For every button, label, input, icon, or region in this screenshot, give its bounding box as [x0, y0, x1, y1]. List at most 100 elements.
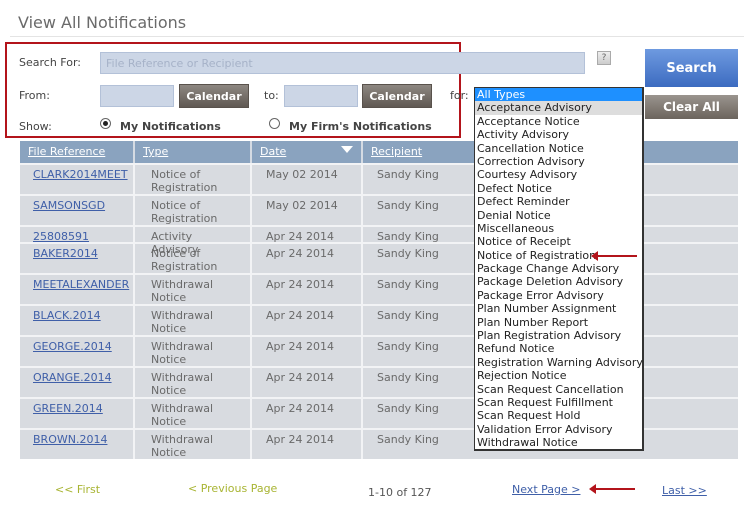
- cell-date-text: Apr 24 2014: [266, 433, 335, 446]
- cell-type-text: Withdrawal Notice: [151, 433, 214, 459]
- dropdown-option[interactable]: Denial Notice: [475, 209, 642, 222]
- file-reference-link[interactable]: 25808591: [33, 230, 89, 243]
- radio-my-notifications[interactable]: [100, 118, 111, 129]
- dropdown-option[interactable]: Validation Error Advisory: [475, 423, 642, 436]
- cell-date: Apr 24 2014: [252, 368, 363, 397]
- dropdown-option[interactable]: Acceptance Advisory: [475, 101, 642, 115]
- cell-date-text: Apr 24 2014: [266, 230, 335, 243]
- dropdown-option[interactable]: Notice of Receipt: [475, 235, 642, 248]
- cell-file-reference: SAMSONSGD: [20, 196, 135, 225]
- file-reference-link[interactable]: GEORGE.2014: [33, 340, 112, 353]
- dropdown-option[interactable]: Correction Advisory: [475, 155, 642, 168]
- dropdown-option[interactable]: Plan Number Assignment: [475, 302, 642, 315]
- cell-date-text: Apr 24 2014: [266, 371, 335, 384]
- cell-file-reference: BLACK.2014: [20, 306, 135, 335]
- cell-type: Withdrawal Notice: [135, 337, 252, 366]
- dropdown-option[interactable]: Plan Number Report: [475, 316, 642, 329]
- file-reference-link[interactable]: BAKER2014: [33, 247, 98, 260]
- cell-file-reference: BAKER2014: [20, 244, 135, 273]
- cell-type: Withdrawal Notice: [135, 399, 252, 428]
- to-label: to:: [264, 89, 279, 102]
- dropdown-option[interactable]: Courtesy Advisory: [475, 168, 642, 181]
- dropdown-option[interactable]: Withdrawal Notice: [475, 436, 642, 449]
- cell-recipient-text: Sandy King: [377, 433, 439, 446]
- from-date-input[interactable]: [100, 85, 174, 107]
- dropdown-option[interactable]: Refund Notice: [475, 342, 642, 355]
- help-icon[interactable]: ?: [597, 51, 611, 65]
- file-reference-link[interactable]: SAMSONSGD: [33, 199, 105, 212]
- cell-recipient-text: Sandy King: [377, 168, 439, 181]
- dropdown-option[interactable]: Acceptance Notice: [475, 115, 642, 128]
- dropdown-option[interactable]: Plan Registration Advisory: [475, 329, 642, 342]
- file-reference-link[interactable]: CLARK2014MEET: [33, 168, 128, 181]
- column-date[interactable]: Date: [252, 141, 363, 163]
- clear-all-button[interactable]: Clear All: [645, 95, 738, 119]
- column-type[interactable]: Type: [135, 141, 252, 163]
- show-label: Show:: [19, 120, 52, 133]
- cell-date: May 02 2014: [252, 196, 363, 225]
- first-page-link[interactable]: << First: [55, 483, 100, 496]
- file-reference-link[interactable]: BROWN.2014: [33, 433, 107, 446]
- file-reference-link[interactable]: GREEN.2014: [33, 402, 103, 415]
- from-calendar-button[interactable]: Calendar: [179, 84, 249, 108]
- to-date-input[interactable]: [284, 85, 358, 107]
- cell-date: Apr 24 2014: [252, 275, 363, 304]
- dropdown-option[interactable]: Defect Notice: [475, 182, 642, 195]
- radio-firm-notifications-label[interactable]: My Firm's Notifications: [289, 120, 432, 133]
- divider: [10, 36, 744, 37]
- dropdown-option[interactable]: Rejection Notice: [475, 369, 642, 382]
- file-reference-link[interactable]: MEETALEXANDER: [33, 278, 129, 291]
- cell-type: Withdrawal Notice: [135, 306, 252, 335]
- cell-date: Apr 24 2014: [252, 227, 363, 243]
- cell-date-text: Apr 24 2014: [266, 278, 335, 291]
- cell-type-text: Withdrawal Notice: [151, 309, 214, 335]
- file-reference-link[interactable]: ORANGE.2014: [33, 371, 112, 384]
- cell-date: May 02 2014: [252, 165, 363, 194]
- cell-date-text: May 02 2014: [266, 168, 338, 181]
- radio-my-notifications-label[interactable]: My Notifications: [120, 120, 221, 133]
- dropdown-option[interactable]: Activity Advisory: [475, 128, 642, 141]
- cell-recipient-text: Sandy King: [377, 371, 439, 384]
- search-button[interactable]: Search: [645, 49, 738, 87]
- cell-type-text: Notice of Registration: [151, 247, 218, 273]
- dropdown-option[interactable]: Package Error Advisory: [475, 289, 642, 302]
- cell-recipient-text: Sandy King: [377, 199, 439, 212]
- dropdown-option[interactable]: All Types: [475, 88, 642, 102]
- cell-type: Notice of Registration: [135, 244, 252, 273]
- cell-type-text: Notice of Registration: [151, 168, 218, 194]
- dropdown-option[interactable]: Package Change Advisory: [475, 262, 642, 275]
- cell-type-text: Withdrawal Notice: [151, 371, 214, 397]
- cell-file-reference: MEETALEXANDER: [20, 275, 135, 304]
- cell-recipient-text: Sandy King: [377, 230, 439, 243]
- cell-type-text: Withdrawal Notice: [151, 402, 214, 428]
- search-for-label: Search For:: [19, 56, 81, 69]
- cell-type-text: Notice of Registration: [151, 199, 218, 225]
- dropdown-option[interactable]: Scan Request Hold: [475, 409, 642, 422]
- radio-firm-notifications[interactable]: [269, 118, 280, 129]
- cell-file-reference: GREEN.2014: [20, 399, 135, 428]
- cell-type-text: Withdrawal Notice: [151, 340, 214, 366]
- cell-type: Withdrawal Notice: [135, 430, 252, 459]
- last-page-link[interactable]: Last >>: [662, 484, 707, 497]
- cell-file-reference: BROWN.2014: [20, 430, 135, 459]
- column-file-reference[interactable]: File Reference: [20, 141, 135, 163]
- dropdown-option[interactable]: Cancellation Notice: [475, 142, 642, 155]
- previous-page-link[interactable]: < Previous Page: [188, 482, 277, 495]
- dropdown-option[interactable]: Miscellaneous: [475, 222, 642, 235]
- search-input[interactable]: File Reference or Recipient: [100, 52, 585, 74]
- dropdown-option[interactable]: Package Deletion Advisory: [475, 275, 642, 288]
- column-date-label: Date: [260, 145, 287, 158]
- cell-date-text: Apr 24 2014: [266, 309, 335, 322]
- dropdown-option[interactable]: Scan Request Cancellation: [475, 383, 642, 396]
- type-dropdown-list[interactable]: All Types Acceptance Advisory Acceptance N…: [474, 87, 644, 451]
- cell-type: Notice of Registration: [135, 165, 252, 194]
- cell-file-reference: GEORGE.2014: [20, 337, 135, 366]
- dropdown-option[interactable]: Registration Warning Advisory: [475, 356, 643, 369]
- dropdown-option[interactable]: Scan Request Fulfillment: [475, 396, 642, 409]
- to-calendar-button[interactable]: Calendar: [362, 84, 432, 108]
- dropdown-option[interactable]: Defect Reminder: [475, 195, 642, 208]
- file-reference-link[interactable]: BLACK.2014: [33, 309, 101, 322]
- next-page-link[interactable]: Next Page >: [512, 483, 580, 496]
- cell-file-reference: ORANGE.2014: [20, 368, 135, 397]
- cell-date: Apr 24 2014: [252, 399, 363, 428]
